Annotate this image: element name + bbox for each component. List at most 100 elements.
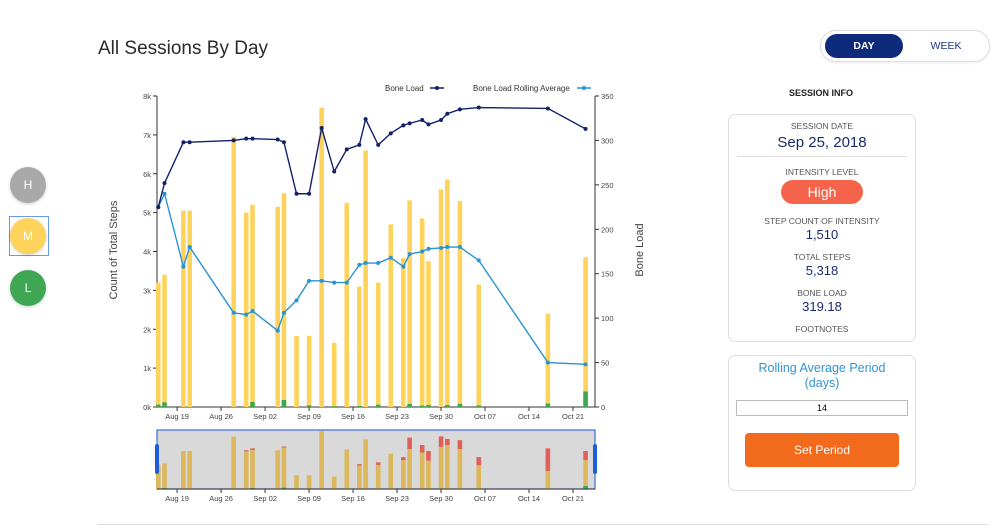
bar-total-steps[interactable] xyxy=(181,210,186,407)
bar-total-steps[interactable] xyxy=(401,258,406,407)
rolling-average-point[interactable] xyxy=(545,360,550,365)
bar-total-steps[interactable] xyxy=(445,179,450,407)
bar-low-steps[interactable] xyxy=(162,402,167,407)
bone-load-point[interactable] xyxy=(275,137,280,142)
rolling-average-point[interactable] xyxy=(244,312,249,317)
rolling-average-point[interactable] xyxy=(187,245,192,250)
bone-load-point[interactable] xyxy=(181,140,186,145)
bar-total-steps[interactable] xyxy=(331,342,337,407)
bone-load-point[interactable] xyxy=(281,140,286,145)
rolling-average-point[interactable] xyxy=(275,328,280,333)
toggle-day-button[interactable]: DAY xyxy=(825,34,903,58)
rolling-average-point[interactable] xyxy=(181,264,186,269)
bone-load-point[interactable] xyxy=(420,117,425,122)
bone-load-point[interactable] xyxy=(162,181,167,186)
rolling-average-point[interactable] xyxy=(319,278,324,283)
bone-load-point[interactable] xyxy=(250,136,255,141)
bar-total-steps[interactable] xyxy=(457,200,463,407)
bone-load-point[interactable] xyxy=(439,117,444,122)
bone-load-point[interactable] xyxy=(344,147,349,152)
bar-low-steps[interactable] xyxy=(545,403,551,407)
bone-load-point[interactable] xyxy=(231,138,236,143)
navigator-left-handle[interactable] xyxy=(155,444,159,474)
rolling-average-point[interactable] xyxy=(294,298,299,303)
bar-total-steps[interactable] xyxy=(155,282,161,407)
bar-low-steps[interactable] xyxy=(375,404,381,407)
rolling-average-point[interactable] xyxy=(401,264,406,269)
rolling-average-point[interactable] xyxy=(388,255,393,260)
bar-low-steps[interactable] xyxy=(426,405,431,407)
bar-low-steps[interactable] xyxy=(331,406,337,407)
bone-load-point[interactable] xyxy=(401,123,406,128)
bone-load-point[interactable] xyxy=(545,106,550,111)
rolling-average-point[interactable] xyxy=(231,310,236,315)
rolling-average-point[interactable] xyxy=(476,258,481,263)
bone-load-point[interactable] xyxy=(319,125,324,130)
bar-total-steps[interactable] xyxy=(419,218,425,407)
rolling-average-point[interactable] xyxy=(426,246,431,251)
bone-load-point[interactable] xyxy=(332,169,337,174)
bone-load-point[interactable] xyxy=(307,191,312,196)
bar-total-steps[interactable] xyxy=(357,286,362,407)
bar-total-steps[interactable] xyxy=(306,335,312,407)
bar-total-steps[interactable] xyxy=(162,274,167,407)
bar-low-steps[interactable] xyxy=(419,405,425,407)
bar-total-steps[interactable] xyxy=(187,210,192,407)
navigator-right-handle[interactable] xyxy=(593,444,597,474)
rolling-average-point[interactable] xyxy=(420,249,425,254)
bone-load-point[interactable] xyxy=(376,142,381,147)
bone-load-point[interactable] xyxy=(156,205,161,210)
rolling-average-point[interactable] xyxy=(332,280,337,285)
rolling-average-point[interactable] xyxy=(376,261,381,266)
bar-total-steps[interactable] xyxy=(319,107,324,407)
bone-load-point[interactable] xyxy=(407,121,412,126)
bar-total-steps[interactable] xyxy=(438,189,444,407)
rolling-average-point[interactable] xyxy=(307,278,312,283)
bone-load-point[interactable] xyxy=(244,136,249,141)
bar-low-steps[interactable] xyxy=(155,404,161,407)
rolling-average-point[interactable] xyxy=(344,280,349,285)
bone-load-point[interactable] xyxy=(583,126,588,131)
bar-total-steps[interactable] xyxy=(294,335,299,407)
rolling-average-point[interactable] xyxy=(357,262,362,267)
bone-load-point[interactable] xyxy=(426,122,431,127)
toggle-week-button[interactable]: WEEK xyxy=(907,34,985,58)
bone-load-point[interactable] xyxy=(363,117,368,122)
bar-total-steps[interactable] xyxy=(583,257,588,407)
bar-low-steps[interactable] xyxy=(445,405,450,407)
bar-total-steps[interactable] xyxy=(231,136,236,407)
bar-total-steps[interactable] xyxy=(243,212,249,407)
bar-low-steps[interactable] xyxy=(357,406,362,407)
bar-total-steps[interactable] xyxy=(275,206,280,407)
bone-load-point[interactable] xyxy=(445,111,450,116)
rolling-average-point[interactable] xyxy=(583,362,588,367)
bar-low-steps[interactable] xyxy=(583,391,588,407)
bar-total-steps[interactable] xyxy=(363,150,368,408)
bar-low-steps[interactable] xyxy=(407,403,412,407)
bar-total-steps[interactable] xyxy=(388,224,394,407)
range-navigator[interactable]: Aug 19 Aug 26 Sep 02 Sep 09 Sep 16 Sep 23 Sep … xyxy=(155,429,597,503)
rolling-average-point[interactable] xyxy=(281,310,286,315)
bone-load-point[interactable] xyxy=(457,107,462,112)
bone-load-point[interactable] xyxy=(357,142,362,147)
bar-low-steps[interactable] xyxy=(457,403,463,407)
bar-total-steps[interactable] xyxy=(281,193,287,407)
rolling-period-input[interactable] xyxy=(736,400,908,416)
bar-low-steps[interactable] xyxy=(306,405,312,407)
rolling-average-point[interactable] xyxy=(439,245,444,250)
rolling-average-point[interactable] xyxy=(457,245,462,250)
set-period-button[interactable]: Set Period xyxy=(745,433,899,467)
bar-total-steps[interactable] xyxy=(476,284,482,407)
bar-low-steps[interactable] xyxy=(476,405,482,407)
bar-low-steps[interactable] xyxy=(250,401,255,407)
rolling-average-point[interactable] xyxy=(407,252,412,257)
bone-load-point[interactable] xyxy=(294,191,299,196)
bone-load-point[interactable] xyxy=(476,105,481,110)
bar-total-steps[interactable] xyxy=(250,204,255,407)
bar-total-steps[interactable] xyxy=(407,200,412,407)
rolling-average-point[interactable] xyxy=(445,245,450,250)
rolling-average-point[interactable] xyxy=(363,261,368,266)
bar-total-steps[interactable] xyxy=(375,282,381,407)
rolling-average-point[interactable] xyxy=(250,309,255,314)
bar-total-steps[interactable] xyxy=(426,261,431,407)
